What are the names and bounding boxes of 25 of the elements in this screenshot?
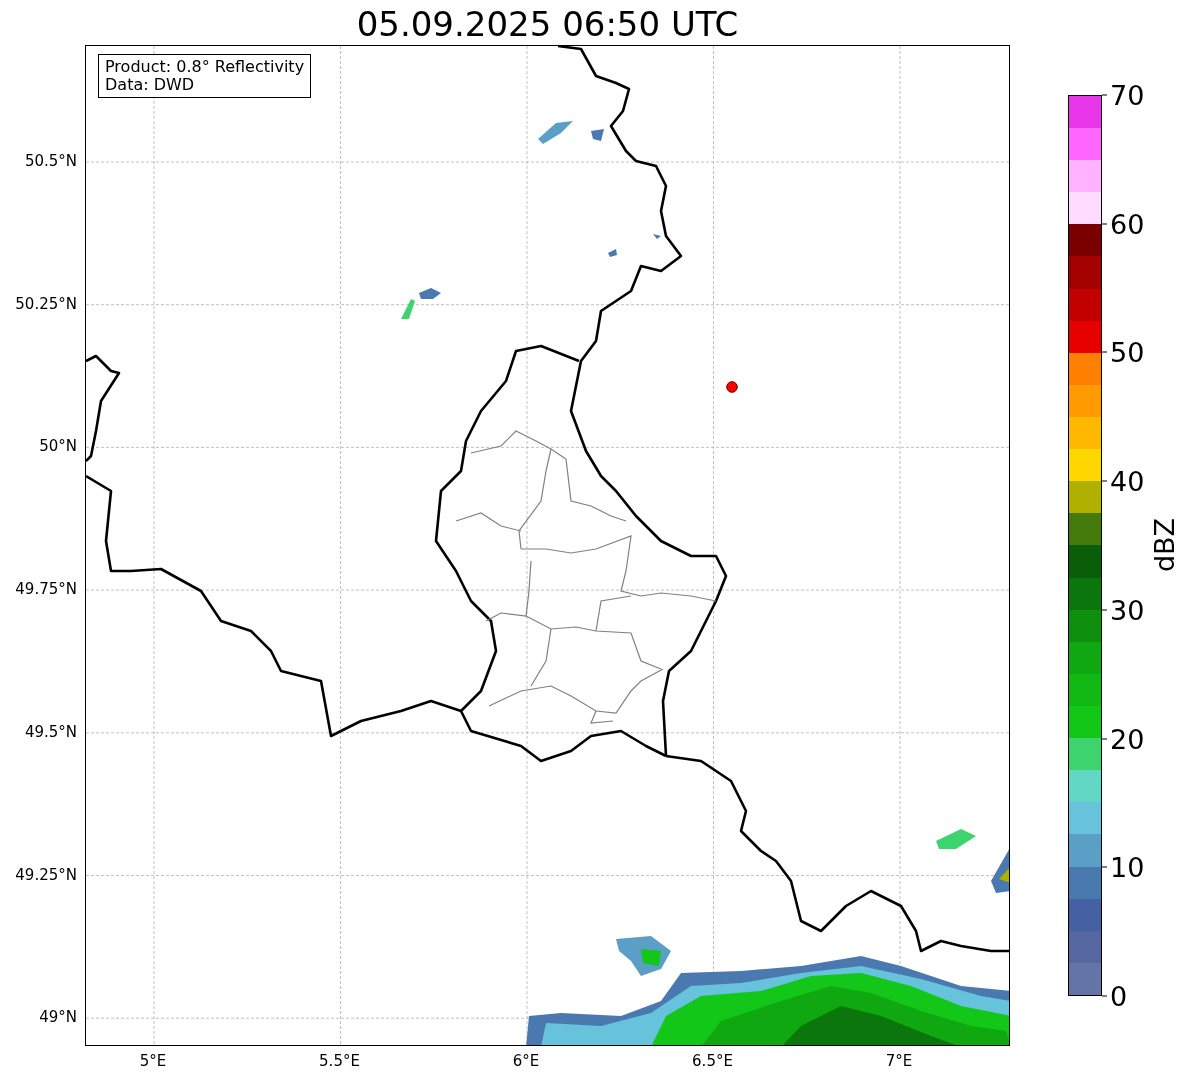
colorbar-tick-label: 40 bbox=[1110, 467, 1145, 495]
x-tick-label: 5.5°E bbox=[319, 1052, 360, 1070]
y-tick-label: 49°N bbox=[39, 1008, 77, 1027]
y-tick-label: 50.5°N bbox=[24, 152, 77, 170]
legend-text: Data: DWD bbox=[105, 76, 196, 94]
x-tick-label: 5°E bbox=[139, 1052, 167, 1070]
y-tick-label: 50°N bbox=[39, 437, 77, 456]
colorbar-tick-label: 10 bbox=[1110, 853, 1145, 881]
y-tick-label: 50.25°N bbox=[15, 294, 77, 313]
colorbar-tick-label: 60 bbox=[1110, 210, 1145, 238]
colorbar-tick-label: 0 bbox=[1110, 982, 1128, 1010]
x-tick-label: 6°E bbox=[512, 1052, 540, 1070]
x-tick-label: 7°E bbox=[885, 1052, 913, 1070]
colorbar-tick-label: 50 bbox=[1110, 338, 1145, 366]
colorbar-tick-label: 20 bbox=[1110, 725, 1145, 753]
legend-text: Product: 0.8° Reflectivity bbox=[105, 58, 305, 76]
colorbar-tick-label: 70 bbox=[1110, 81, 1145, 109]
station-marker-icon bbox=[726, 381, 738, 393]
x-tick-label: 6.5°E bbox=[692, 1052, 733, 1070]
y-tick-label: 49.5°N bbox=[24, 722, 77, 741]
colorbar-label: dBZ bbox=[1148, 517, 1180, 573]
y-tick-label: 49.75°N bbox=[15, 580, 77, 599]
y-tick-label: 49.25°N bbox=[15, 865, 77, 884]
colorbar-tick-label: 30 bbox=[1110, 596, 1145, 624]
chart-title: 05.09.2025 06:50 UTC bbox=[356, 7, 739, 45]
